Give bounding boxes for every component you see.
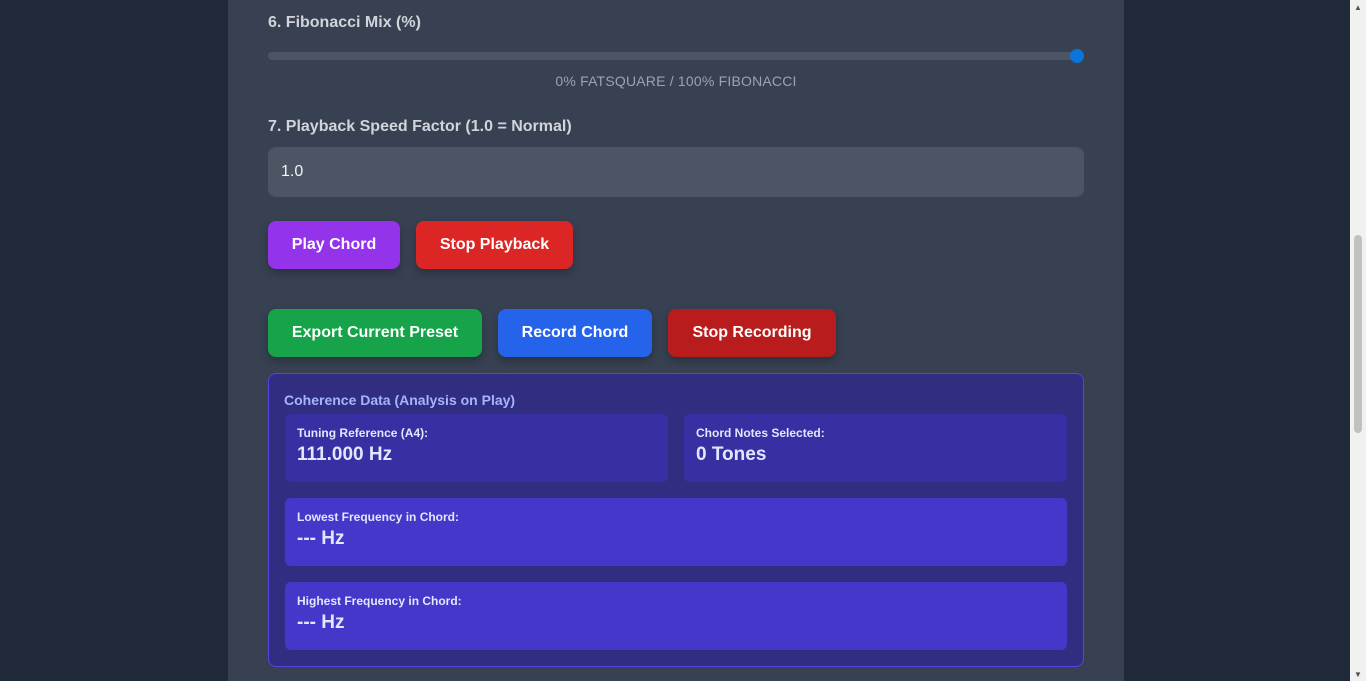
stop-playback-button[interactable]: Stop Playback xyxy=(416,221,573,269)
highest-frequency-card: Highest Frequency in Chord: --- Hz xyxy=(285,582,1067,650)
play-chord-button[interactable]: Play Chord xyxy=(268,221,400,269)
lowest-frequency-value: --- Hz xyxy=(297,528,345,549)
scroll-up-arrow-icon[interactable]: ▲ xyxy=(1350,0,1366,14)
coherence-data-title: Coherence Data (Analysis on Play) xyxy=(284,392,516,408)
export-preset-button[interactable]: Export Current Preset xyxy=(268,309,482,357)
fibonacci-mix-slider-thumb[interactable] xyxy=(1070,49,1084,63)
page: 6. Fibonacci Mix (%) 0% FATSQUARE / 100%… xyxy=(0,0,1366,681)
playback-speed-input[interactable] xyxy=(268,147,1084,197)
chord-notes-label: Chord Notes Selected: xyxy=(696,426,825,440)
lowest-frequency-card: Lowest Frequency in Chord: --- Hz xyxy=(285,498,1067,566)
playback-speed-label: 7. Playback Speed Factor (1.0 = Normal) xyxy=(268,118,572,135)
highest-frequency-label: Highest Frequency in Chord: xyxy=(297,594,462,608)
tuning-reference-card: Tuning Reference (A4): 111.000 Hz xyxy=(285,414,668,482)
tuning-reference-label: Tuning Reference (A4): xyxy=(297,426,429,440)
highest-frequency-value: --- Hz xyxy=(297,612,345,633)
scroll-down-arrow-icon[interactable]: ▼ xyxy=(1350,667,1366,681)
stop-recording-button[interactable]: Stop Recording xyxy=(668,309,836,357)
tuning-reference-value: 111.000 Hz xyxy=(297,444,393,465)
scrollbar-thumb[interactable] xyxy=(1354,235,1362,433)
fibonacci-mix-slider-track[interactable] xyxy=(268,52,1084,60)
fibonacci-mix-label: 6. Fibonacci Mix (%) xyxy=(268,14,421,31)
lowest-frequency-label: Lowest Frequency in Chord: xyxy=(297,510,460,524)
chord-notes-value: 0 Tones xyxy=(696,444,767,465)
record-chord-button[interactable]: Record Chord xyxy=(498,309,652,357)
chord-notes-card: Chord Notes Selected: 0 Tones xyxy=(684,414,1067,482)
fibonacci-mix-caption: 0% FATSQUARE / 100% FIBONACCI xyxy=(555,73,797,89)
